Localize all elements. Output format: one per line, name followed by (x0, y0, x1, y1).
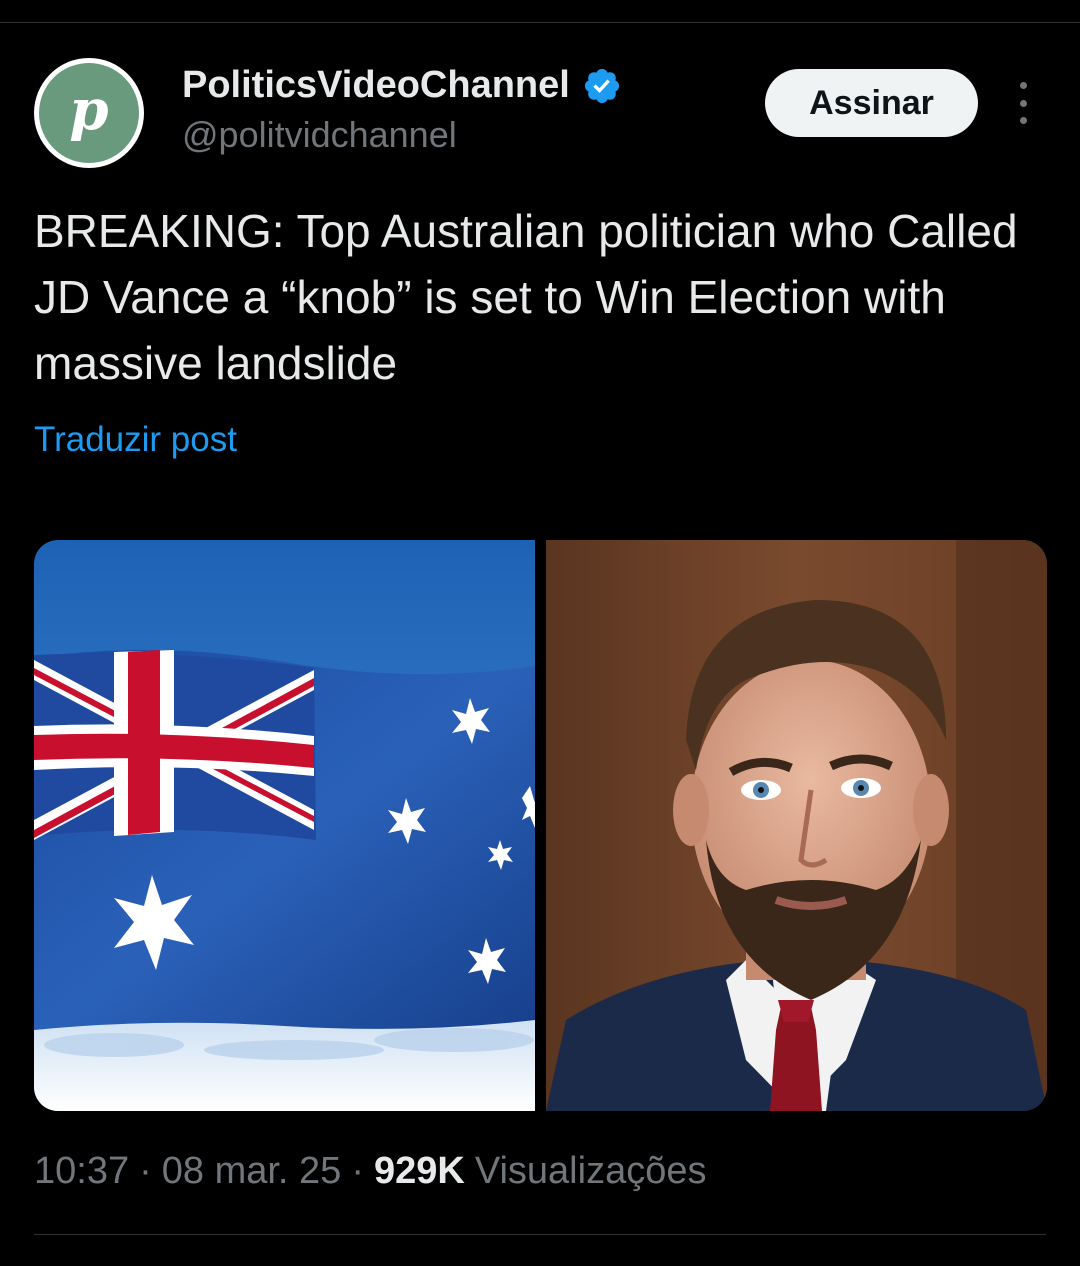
separator: · (139, 1150, 152, 1192)
avatar-logo: p (39, 63, 139, 163)
svg-text:p: p (69, 77, 108, 143)
top-divider (0, 22, 1080, 23)
post-date[interactable]: 08 mar. 25 (162, 1150, 342, 1193)
avatar[interactable]: p (34, 58, 144, 168)
post-meta: 10:37 · 08 mar. 25 · 929K Visualizações (34, 1150, 706, 1193)
post-media[interactable] (34, 540, 1047, 1111)
post-time[interactable]: 10:37 (34, 1150, 129, 1193)
man-portrait-icon (546, 540, 1047, 1111)
separator: · (351, 1150, 364, 1192)
author-name[interactable]: PoliticsVideoChannel (182, 64, 622, 107)
subscribe-button[interactable]: Assinar (765, 69, 978, 137)
bottom-divider (34, 1234, 1046, 1235)
p-logo-icon: p (69, 77, 108, 143)
australian-flag-icon (34, 540, 535, 1111)
dot (1019, 82, 1027, 89)
translate-post-link[interactable]: Traduzir post (34, 420, 237, 460)
jd-vance-photo[interactable] (546, 540, 1047, 1111)
dot (1019, 117, 1027, 124)
views-label: Visualizações (474, 1150, 707, 1192)
australian-flag-image[interactable] (34, 540, 535, 1111)
verified-badge-icon (584, 68, 619, 103)
dot (1019, 99, 1027, 107)
media-gap (535, 540, 546, 1111)
views-count: 929K (373, 1150, 465, 1192)
author-handle[interactable]: @politvidchannel (182, 114, 457, 156)
post-text: BREAKING: Top Australian politician who … (34, 205, 1018, 389)
author-name-text: PoliticsVideoChannel (182, 64, 570, 106)
more-options-icon[interactable] (1008, 82, 1038, 124)
